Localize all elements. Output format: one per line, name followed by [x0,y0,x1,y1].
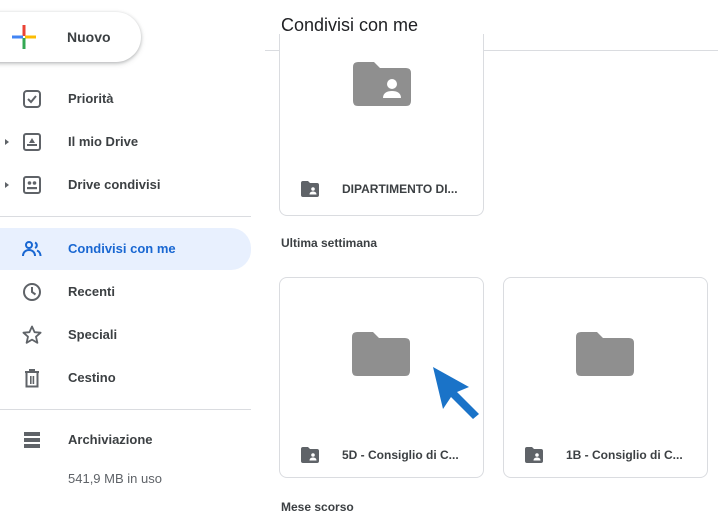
folder-card-1b[interactable]: 1B - Consiglio di C... [503,277,708,478]
expand-arrow-icon[interactable] [5,182,9,188]
plus-icon [12,25,36,49]
sidebar-item-label: Il mio Drive [68,134,139,149]
new-button[interactable]: Nuovo [0,12,141,62]
folder-thumbnail-icon [576,332,634,376]
expand-arrow-icon[interactable] [5,139,9,145]
sidebar-divider [0,216,251,217]
sidebar-item-label: Cestino [68,370,116,385]
sidebar-item-drive-condivisi[interactable]: Drive condivisi [0,165,251,205]
sidebar-item-cestino[interactable]: Cestino [0,358,251,398]
new-button-label: Nuovo [67,29,111,45]
shared-folder-icon [525,447,543,463]
priority-check-icon [23,90,41,108]
star-icon [22,325,42,344]
storage-label: Archiviazione [68,432,153,447]
folder-name: 5D - Consiglio di C... [342,448,459,462]
section-label-mese-scorso: Mese scorso [281,500,354,514]
sidebar-item-condivisi-con-me[interactable]: Condivisi con me [0,228,251,270]
folder-name: DIPARTIMENTO DI... [342,182,458,196]
sidebar-divider [0,409,251,410]
sidebar-item-label: Drive condivisi [68,177,161,192]
section-label-ultima-settimana: Ultima settimana [281,236,378,250]
storage-icon [24,432,40,448]
my-drive-icon [23,133,41,151]
page-title: Condivisi con me [281,15,419,35]
trash-icon [25,369,39,388]
clock-icon [23,283,41,301]
shared-drives-icon [23,176,41,194]
folder-name: 1B - Consiglio di C... [566,448,683,462]
sidebar-item-recenti[interactable]: Recenti [0,272,251,312]
shared-with-me-icon [22,241,42,257]
sidebar-item-speciali[interactable]: Speciali [0,315,251,355]
sidebar-item-mio-drive[interactable]: Il mio Drive [0,122,251,162]
sidebar-item-priorita[interactable]: Priorità [0,79,251,119]
sidebar-item-label: Recenti [68,284,115,299]
sidebar-item-label: Priorità [68,91,114,106]
storage-used-text: 541,9 MB in uso [68,471,162,486]
sidebar-item-label: Condivisi con me [68,241,176,256]
sidebar-item-archiviazione[interactable]: Archiviazione [0,420,251,460]
sidebar-item-label: Speciali [68,327,118,342]
cursor-arrow-icon [433,367,479,419]
shared-folder-thumbnail-icon [353,62,411,106]
shared-folder-icon [301,447,319,463]
shared-folder-icon [301,181,319,197]
folder-card-dipartimento[interactable]: DIPARTIMENTO DI... [279,34,484,216]
folder-thumbnail-icon [352,332,410,376]
